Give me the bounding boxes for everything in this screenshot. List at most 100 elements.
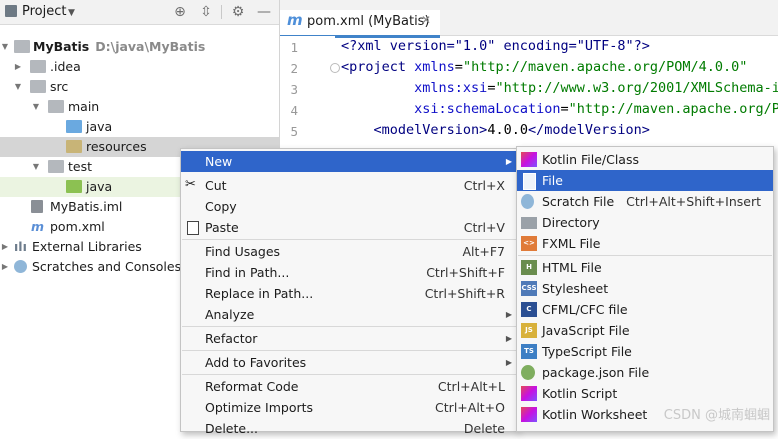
- chevron-right-icon[interactable]: ▶: [13, 57, 23, 77]
- menu-item-analyze[interactable]: Analyze ▶: [181, 304, 517, 325]
- chevron-down-icon[interactable]: ▼: [0, 37, 10, 57]
- scissors-icon: ✂: [185, 177, 196, 192]
- tree-item-main-java[interactable]: java: [0, 117, 279, 137]
- menu-item-find-in-path[interactable]: Find in Path... Ctrl+Shift+F: [181, 262, 517, 283]
- menu-item-delete[interactable]: Delete... Delete: [181, 418, 517, 439]
- menu-item-label: Find Usages: [205, 244, 281, 259]
- submenu-item-scratch-file[interactable]: Scratch File Ctrl+Alt+Shift+Insert: [517, 191, 773, 212]
- clipboard-icon: [187, 221, 199, 235]
- menu-item-label: HTML File: [542, 260, 602, 275]
- test-folder-icon: [66, 180, 82, 193]
- css-file-icon: CSS: [521, 281, 537, 296]
- tree-label: src: [50, 79, 69, 94]
- menu-item-copy[interactable]: Copy: [181, 196, 517, 217]
- submenu-item-fxml-file[interactable]: <> FXML File: [517, 233, 773, 254]
- submenu-item-file[interactable]: File: [517, 170, 773, 191]
- menu-item-shortcut: Ctrl+Alt+L: [437, 379, 505, 394]
- menu-item-label: CFML/CFC file: [542, 302, 628, 317]
- submenu-item-directory[interactable]: Directory: [517, 212, 773, 233]
- submenu-item-javascript-file[interactable]: JS JavaScript File: [517, 320, 773, 341]
- menu-item-paste[interactable]: Paste Ctrl+V: [181, 217, 517, 238]
- kotlin-file-icon: [521, 152, 537, 167]
- tree-label: test: [68, 159, 93, 174]
- menu-separator: [182, 326, 516, 327]
- menu-item-label: New: [205, 154, 233, 169]
- close-icon[interactable]: ✕: [421, 13, 431, 27]
- chevron-down-icon[interactable]: ▼: [13, 77, 23, 97]
- code-line-3[interactable]: xmlns:xsi="http://www.w3.org/2001/XMLSch…: [341, 80, 778, 96]
- toolbar-divider: [221, 5, 222, 19]
- locate-icon[interactable]: ⊕: [172, 4, 188, 20]
- submenu-arrow-icon: ▶: [505, 358, 512, 367]
- iml-file-icon: [31, 200, 43, 213]
- menu-item-label: JavaScript File: [542, 323, 630, 338]
- menu-separator: [518, 255, 772, 256]
- watermark: CSDN @城南蝈蝈: [663, 408, 770, 423]
- tab-pom-xml[interactable]: m pom.xml (MyBatis) ✕: [280, 10, 440, 38]
- chevron-right-icon[interactable]: ▶: [0, 237, 10, 257]
- submenu-item-kotlin-file-class[interactable]: Kotlin File/Class: [517, 149, 773, 170]
- menu-item-cut[interactable]: ✂ Cut Ctrl+X: [181, 175, 517, 196]
- tree-label: java: [86, 179, 113, 194]
- tree-item-mybatis[interactable]: ▼ MyBatis D:\java\MyBatis: [0, 37, 279, 57]
- menu-item-find-usages[interactable]: Find Usages Alt+F7: [181, 241, 517, 262]
- resources-folder-icon: [66, 140, 82, 153]
- menu-item-shortcut: Alt+F7: [462, 244, 505, 259]
- menu-item-optimize-imports[interactable]: Optimize Imports Ctrl+Alt+O: [181, 397, 517, 418]
- minimize-icon[interactable]: —: [256, 4, 272, 20]
- submenu-item-kotlin-script[interactable]: Kotlin Script: [517, 383, 773, 404]
- menu-item-label: Stylesheet: [542, 281, 609, 296]
- menu-item-label: Paste: [205, 220, 239, 235]
- menu-item-add-to-favorites[interactable]: Add to Favorites ▶: [181, 352, 517, 373]
- chevron-down-icon[interactable]: ▼: [31, 97, 41, 117]
- menu-item-label: Cut: [205, 178, 227, 193]
- submenu-item-package-json-file[interactable]: package.json File: [517, 362, 773, 383]
- tree-label: java: [86, 119, 113, 134]
- code-line-1[interactable]: <?xml version="1.0" encoding="UTF-8"?>: [341, 38, 650, 54]
- menu-item-refactor[interactable]: Refactor ▶: [181, 328, 517, 349]
- library-icon: ılı: [14, 239, 27, 254]
- submenu-item-cfml-cfc-file[interactable]: C CFML/CFC file: [517, 299, 773, 320]
- menu-item-label: Reformat Code: [205, 379, 299, 394]
- menu-item-replace-in-path[interactable]: Replace in Path... Ctrl+Shift+R: [181, 283, 517, 304]
- tree-item-main[interactable]: ▼ main: [0, 97, 279, 117]
- tree-item-src[interactable]: ▼ src: [0, 77, 279, 97]
- menu-item-label: Replace in Path...: [205, 286, 314, 301]
- fold-icon[interactable]: [330, 63, 340, 73]
- gear-icon[interactable]: ⚙: [230, 4, 246, 20]
- maven-icon: m: [31, 219, 45, 234]
- code-line-5[interactable]: <modelVersion>4.0.0</modelVersion>: [341, 122, 650, 138]
- chevron-right-icon[interactable]: ▶: [0, 257, 10, 277]
- submenu-item-html-file[interactable]: H HTML File: [517, 257, 773, 278]
- code-line-4[interactable]: xsi:schemaLocation="http://maven.apache.…: [341, 101, 778, 117]
- folder-icon: [521, 217, 537, 229]
- menu-item-label: Optimize Imports: [205, 400, 314, 415]
- kotlin-worksheet-icon: [521, 407, 537, 422]
- chevron-down-icon[interactable]: ▼: [31, 157, 41, 177]
- collapse-all-icon[interactable]: ⇳: [198, 4, 214, 20]
- menu-item-shortcut: Ctrl+V: [463, 220, 505, 235]
- menu-item-label: Refactor: [205, 331, 258, 346]
- menu-item-label: Kotlin Script: [542, 386, 618, 401]
- menu-item-label: Kotlin File/Class: [542, 152, 639, 167]
- menu-item-new[interactable]: New ▶: [181, 151, 517, 172]
- chevron-down-icon[interactable]: ▼: [68, 8, 75, 18]
- tree-item-idea[interactable]: ▶ .idea: [0, 57, 279, 77]
- menu-item-reformat-code[interactable]: Reformat Code Ctrl+Alt+L: [181, 376, 517, 397]
- tree-label: pom.xml: [50, 219, 105, 234]
- code-line-2[interactable]: <project xmlns="http://maven.apache.org/…: [341, 59, 747, 75]
- tree-label: resources: [86, 139, 147, 154]
- submenu-item-typescript-file[interactable]: TS TypeScript File: [517, 341, 773, 362]
- nodejs-icon: [521, 365, 535, 380]
- typescript-file-icon: TS: [521, 344, 537, 359]
- menu-item-shortcut: Ctrl+Alt+O: [435, 400, 505, 415]
- tree-label: .idea: [50, 59, 81, 74]
- project-icon: [5, 5, 17, 17]
- folder-icon: [48, 160, 64, 173]
- menu-item-shortcut: Ctrl+Alt+Shift+Insert: [626, 194, 761, 209]
- tree-label: MyBatis.iml: [50, 199, 123, 214]
- project-view-title[interactable]: Project: [22, 4, 66, 19]
- source-folder-icon: [66, 120, 82, 133]
- submenu-item-stylesheet[interactable]: CSS Stylesheet: [517, 278, 773, 299]
- menu-item-label: Kotlin Worksheet: [542, 407, 648, 422]
